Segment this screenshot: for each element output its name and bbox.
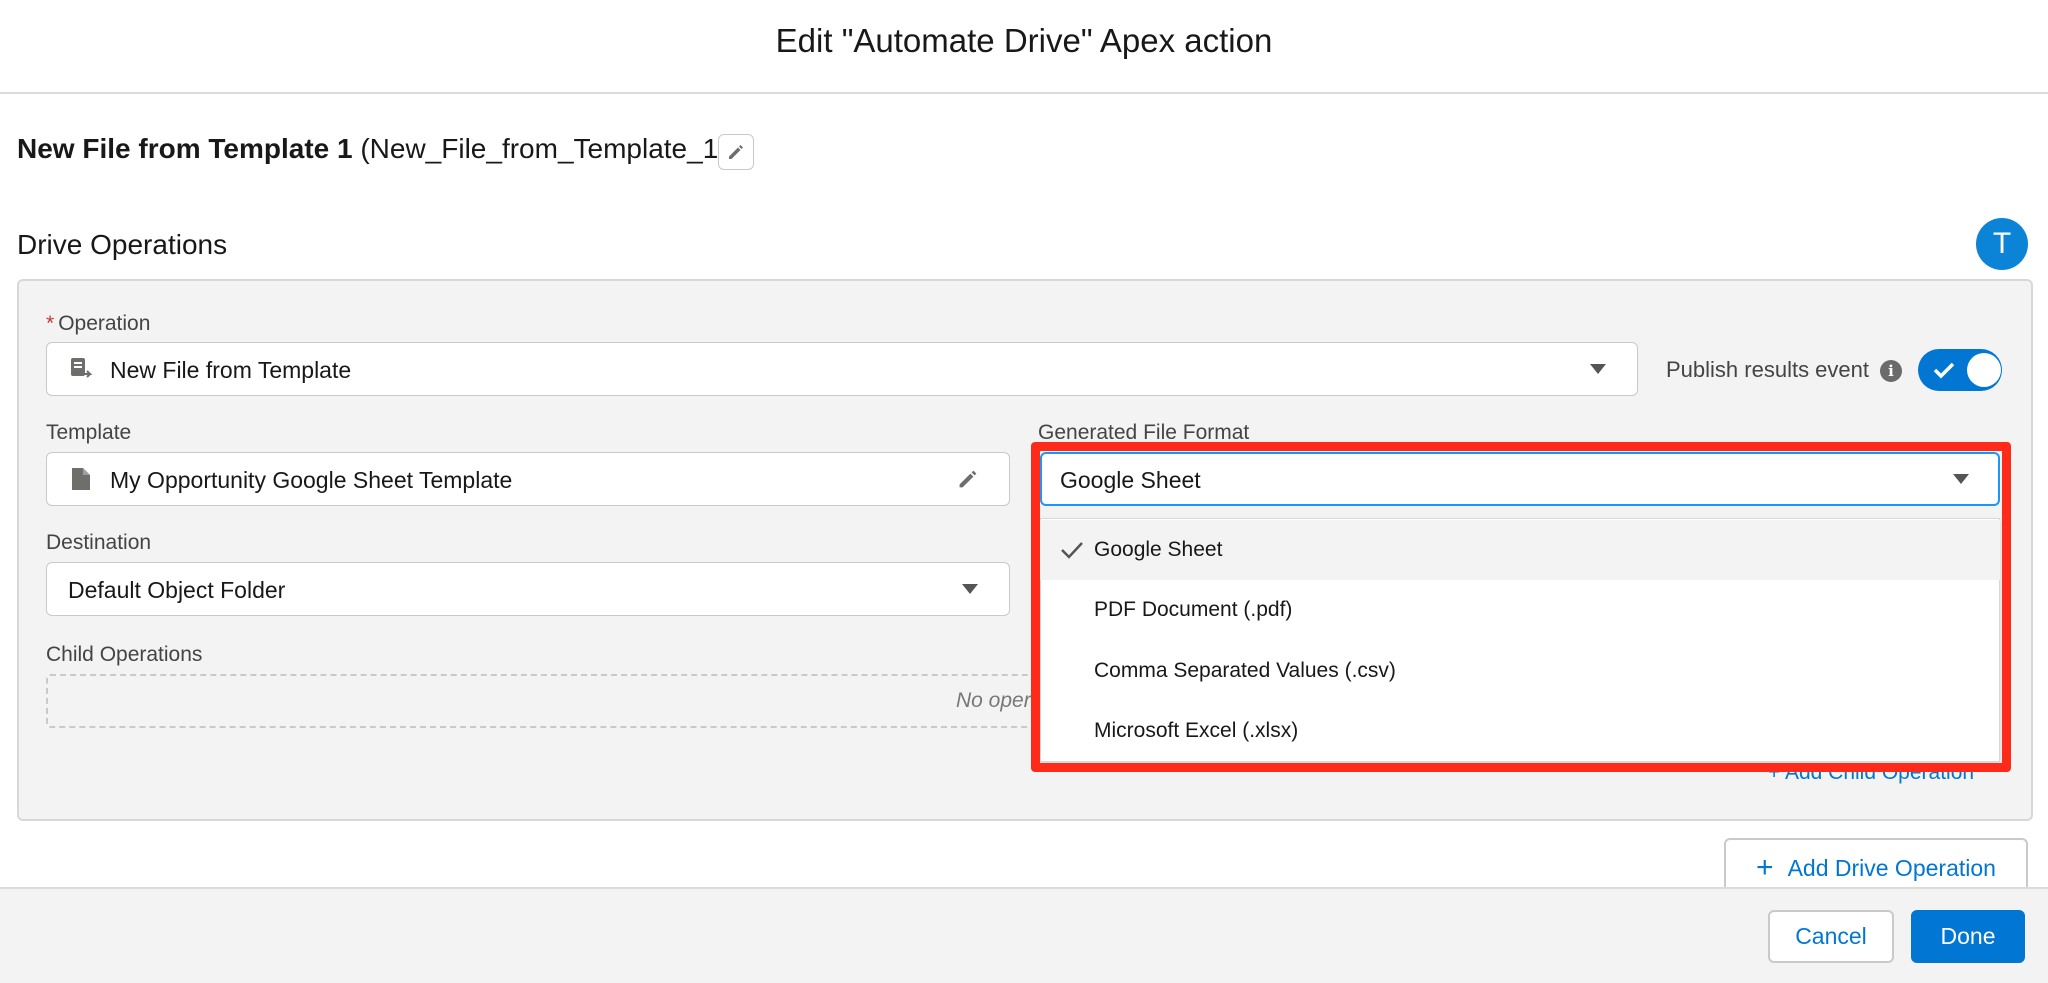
plus-icon: +	[1756, 851, 1774, 884]
file-template-icon	[71, 358, 93, 378]
destination-label: Destination	[46, 531, 152, 554]
modal-title: Edit "Automate Drive" Apex action	[775, 22, 1273, 59]
template-label: Template	[46, 421, 132, 444]
publish-label: Publish results event	[1666, 357, 1869, 382]
operation-value: New File from Template	[110, 357, 352, 383]
required-mark: *	[46, 312, 55, 335]
destination-value: Default Object Folder	[68, 577, 286, 603]
document-icon	[72, 468, 90, 490]
action-name: New File from Template 1	[17, 133, 353, 164]
action-name-row: New File from Template 1 (New_File_from_…	[17, 133, 728, 165]
template-value: My Opportunity Google Sheet Template	[110, 467, 513, 493]
destination-chevron-down-icon	[962, 584, 978, 594]
highlight-box	[1031, 442, 2011, 772]
edit-name-button[interactable]	[718, 134, 754, 170]
checkmark-icon	[1933, 362, 1955, 379]
child-ops-dropzone	[46, 674, 1056, 728]
operation-label: * Operation	[46, 312, 151, 335]
toggle-knob	[1967, 353, 2001, 387]
operation-chevron-down-icon	[1590, 364, 1606, 374]
pencil-icon	[729, 145, 743, 159]
no-ops-text: No oper	[956, 689, 1031, 712]
modal-footer	[0, 887, 2048, 983]
user-avatar[interactable]: T	[1976, 218, 2028, 270]
section-title: Drive Operations	[17, 229, 228, 260]
info-icon[interactable]: i	[1880, 360, 1902, 382]
action-api-name: (New_File_from_Template_1)	[360, 133, 728, 164]
done-button[interactable]: Done	[1911, 910, 2025, 963]
pencil-icon[interactable]	[956, 467, 980, 491]
child-ops-label: Child Operations	[46, 643, 203, 666]
cancel-button[interactable]: Cancel	[1768, 910, 1894, 963]
